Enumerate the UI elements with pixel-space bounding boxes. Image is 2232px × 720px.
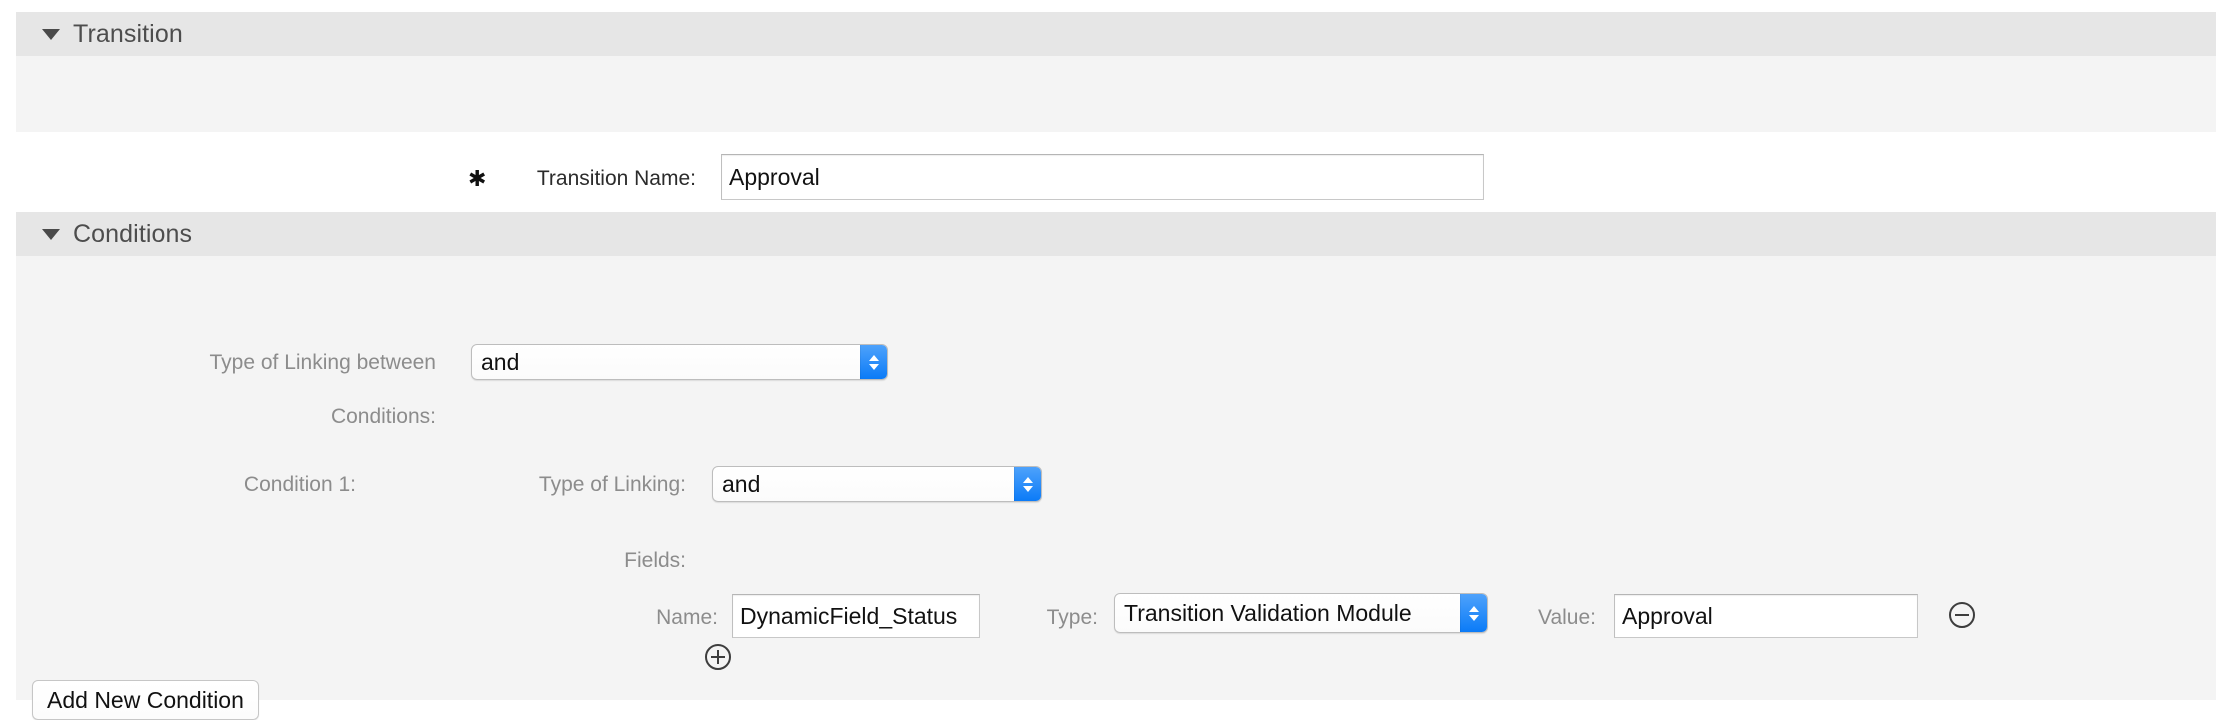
conditions-widget-header[interactable]: Conditions (16, 212, 2216, 256)
field-name-input[interactable] (732, 594, 980, 638)
linking-between-conditions-label-line1: Type of Linking between (116, 350, 436, 376)
plus-circle-icon[interactable] (705, 644, 731, 670)
field-name-label: Name: (516, 605, 718, 631)
caret-down-icon (42, 229, 60, 240)
conditions-widget-title: Conditions (73, 222, 192, 247)
process-transition-form: Transition ✱ Transition Name: Conditions… (0, 0, 2232, 702)
linking-between-conditions-value: and (472, 351, 860, 374)
add-new-condition-button[interactable]: Add New Condition (32, 680, 259, 720)
transition-widget-title: Transition (73, 22, 183, 47)
transition-widget: Transition ✱ Transition Name: (16, 12, 2216, 132)
field-type-value: Transition Validation Module (1115, 602, 1460, 625)
transition-name-input[interactable] (721, 154, 1484, 200)
transition-widget-header[interactable]: Transition (16, 12, 2216, 56)
fields-label: Fields: (446, 548, 686, 574)
stepper-arrows-icon[interactable] (1014, 467, 1041, 501)
condition-1-label: Condition 1: (136, 472, 356, 498)
linking-between-conditions-label-line2: Conditions: (116, 404, 436, 430)
transition-name-label: Transition Name: (496, 166, 696, 192)
field-type-select[interactable]: Transition Validation Module (1114, 593, 1488, 633)
field-type-label: Type: (994, 605, 1098, 631)
type-of-linking-value: and (713, 473, 1014, 496)
caret-down-icon (42, 29, 60, 40)
stepper-arrows-icon[interactable] (860, 345, 887, 379)
type-of-linking-label: Type of Linking: (376, 472, 686, 498)
field-value-label: Value: (1476, 605, 1596, 631)
required-asterisk: ✱ (468, 166, 486, 192)
type-of-linking-select[interactable]: and (712, 466, 1042, 502)
transition-widget-body: ✱ Transition Name: (16, 56, 2216, 132)
minus-circle-icon[interactable] (1949, 602, 1975, 628)
field-value-input[interactable] (1614, 594, 1918, 638)
conditions-widget-body: Type of Linking between Conditions: and … (16, 256, 2216, 700)
linking-between-conditions-select[interactable]: and (471, 344, 888, 380)
conditions-widget: Conditions Type of Linking between Condi… (16, 212, 2216, 700)
